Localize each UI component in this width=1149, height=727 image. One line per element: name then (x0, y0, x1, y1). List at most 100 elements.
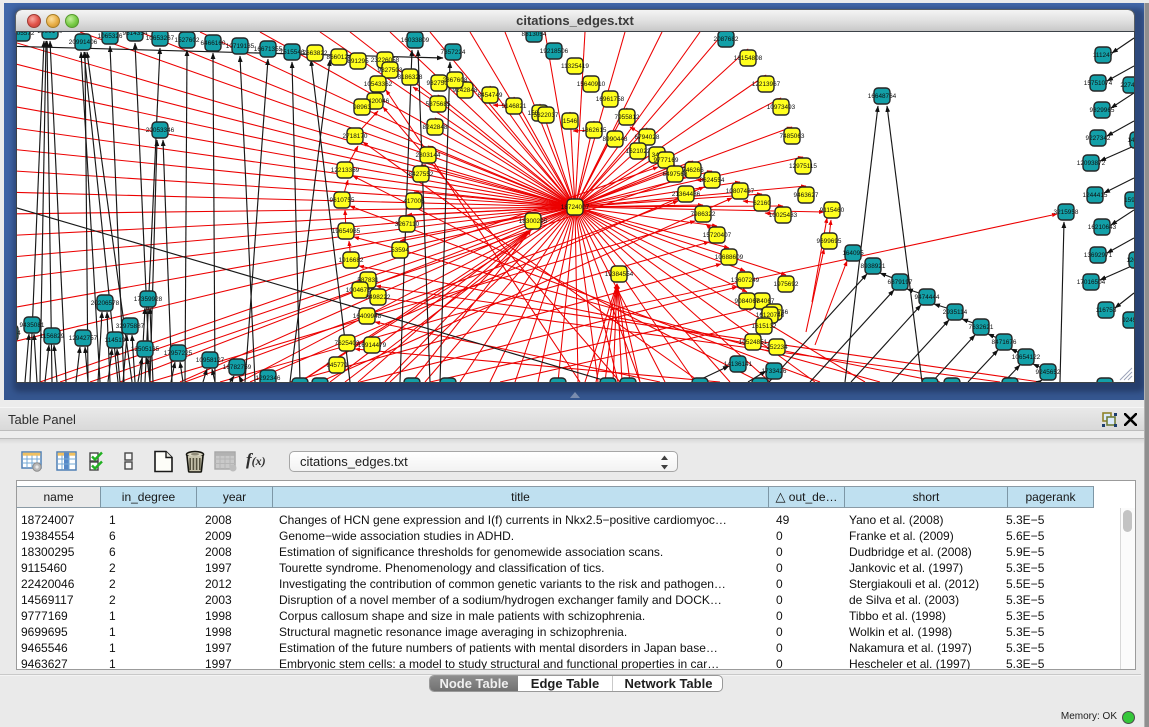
svg-text:9474444: 9474444 (915, 294, 940, 301)
svg-text:10973493: 10973493 (767, 104, 796, 111)
svg-text:53594: 53594 (391, 247, 409, 254)
svg-text:116753: 116753 (1096, 307, 1117, 314)
svg-text:945779: 945779 (326, 362, 348, 369)
svg-text:2099140: 2099140 (38, 32, 63, 35)
svg-text:1292346: 1292346 (256, 375, 281, 382)
svg-text:1244415: 1244415 (1083, 192, 1108, 199)
svg-text:9463627: 9463627 (794, 192, 819, 199)
svg-text:12213369: 12213369 (331, 167, 360, 174)
svg-text:12975115: 12975115 (789, 163, 817, 170)
svg-text:1615132: 1615132 (752, 323, 777, 330)
svg-text:8990448: 8990448 (603, 136, 628, 143)
svg-text:11325419: 11325419 (561, 63, 589, 70)
svg-text:13607249: 13607249 (731, 277, 760, 284)
svg-text:9084067: 9084067 (735, 298, 760, 305)
svg-text:16914479: 16914479 (358, 342, 387, 349)
svg-text:2803144: 2803144 (416, 152, 441, 159)
svg-text:7515546: 7515546 (280, 49, 305, 56)
svg-text:9827503: 9827503 (378, 67, 403, 74)
svg-text:1065326: 1065326 (98, 33, 123, 40)
svg-text:17957225: 17957225 (164, 350, 193, 357)
svg-text:1546: 1546 (563, 118, 578, 125)
svg-text:9610755: 9610755 (330, 197, 355, 204)
svg-text:7955812: 7955812 (615, 114, 640, 121)
svg-text:144163: 144163 (1127, 137, 1134, 144)
svg-text:18724007: 18724007 (561, 204, 590, 211)
svg-text:8471676: 8471676 (992, 339, 1017, 346)
svg-text:15640910: 15640910 (577, 81, 606, 88)
svg-text:98963: 98963 (353, 104, 371, 111)
svg-text:16210643: 16210643 (1088, 224, 1117, 231)
svg-text:19654985: 19654985 (332, 228, 361, 235)
svg-text:18300295: 18300295 (519, 218, 548, 225)
svg-text:114519: 114519 (105, 337, 126, 344)
svg-text:19384554: 19384554 (605, 271, 634, 278)
svg-text:2867608: 2867608 (443, 77, 468, 84)
svg-text:6879197: 6879197 (888, 279, 913, 286)
svg-text:21364436: 21364436 (672, 191, 701, 198)
svg-text:5322037: 5322037 (534, 112, 559, 119)
svg-text:13692971: 13692971 (1084, 252, 1113, 259)
svg-text:9329965: 9329965 (1090, 107, 1115, 114)
svg-text:16648764: 16648764 (868, 93, 897, 100)
svg-text:7986322: 7986322 (691, 211, 716, 218)
svg-text:891295: 891295 (347, 58, 369, 65)
svg-text:9227342: 9227342 (1086, 135, 1111, 142)
svg-text:2935114: 2935114 (943, 309, 968, 316)
svg-text:10524851: 10524851 (739, 339, 768, 346)
svg-text:3267110: 3267110 (395, 221, 420, 228)
svg-text:7663822: 7663822 (303, 50, 328, 57)
svg-text:12093872: 12093872 (1077, 160, 1106, 167)
svg-text:16154808: 16154808 (734, 55, 763, 62)
svg-text:1733426: 1733426 (762, 368, 787, 375)
svg-text:16409948: 16409948 (353, 313, 382, 320)
svg-text:8454749: 8454749 (478, 92, 503, 99)
svg-text:19218506: 19218506 (540, 48, 569, 55)
svg-text:20053346: 20053346 (146, 127, 175, 134)
svg-text:12942757: 12942757 (69, 335, 98, 342)
svg-text:9514354: 9514354 (123, 32, 148, 37)
svg-text:10543362: 10543362 (364, 81, 393, 88)
svg-text:16782759: 16782759 (223, 364, 252, 371)
svg-text:15751074: 15751074 (1084, 80, 1113, 87)
svg-text:3215958: 3215958 (1054, 209, 1079, 216)
svg-text:3624554: 3624554 (700, 177, 725, 184)
svg-text:15720407: 15720407 (703, 232, 732, 239)
svg-text:2405572: 2405572 (17, 32, 35, 37)
svg-text:1362615: 1362615 (582, 127, 607, 134)
svg-text:1621022: 1621022 (626, 148, 651, 155)
svg-text:17016504: 17016504 (1077, 279, 1106, 286)
svg-text:6794028: 6794028 (635, 134, 660, 141)
svg-text:2087682: 2087682 (714, 36, 739, 43)
svg-text:10719135: 10719135 (226, 43, 255, 50)
svg-text:5875685: 5875685 (426, 101, 451, 108)
svg-text:10688609: 10688609 (715, 254, 744, 261)
svg-text:14136141: 14136141 (724, 361, 753, 368)
svg-text:1156829: 1156829 (40, 333, 65, 340)
svg-text:8186328: 8186328 (398, 74, 423, 81)
svg-text:92450: 92450 (1122, 317, 1134, 324)
svg-text:164095: 164095 (842, 250, 864, 257)
svg-text:1975692: 1975692 (774, 281, 799, 288)
svg-text:2718170: 2718170 (343, 133, 368, 140)
svg-text:12213967: 12213967 (752, 81, 781, 88)
svg-text:8242848: 8242848 (423, 124, 448, 131)
svg-text:7632621: 7632621 (969, 324, 994, 331)
svg-text:16961758: 16961758 (596, 96, 625, 103)
svg-text:62160: 62160 (753, 200, 771, 207)
svg-text:8938921: 8938921 (861, 263, 886, 270)
svg-text:8813054: 8813054 (522, 32, 547, 38)
svg-text:8427552: 8427552 (409, 171, 434, 178)
svg-text:9146821: 9146821 (502, 103, 527, 110)
svg-text:1527602: 1527602 (175, 37, 200, 44)
svg-text:20206578: 20206578 (91, 300, 120, 307)
svg-text:7485063: 7485063 (780, 133, 805, 140)
svg-text:7625402: 7625402 (335, 340, 360, 347)
svg-text:227464: 227464 (1120, 82, 1134, 89)
svg-text:6466160: 6466160 (201, 40, 226, 47)
svg-text:17359928: 17359928 (134, 296, 163, 303)
svg-text:16671355: 16671355 (254, 46, 283, 53)
svg-text:1916682: 1916682 (339, 257, 364, 264)
svg-text:16033809: 16033809 (401, 37, 430, 44)
svg-text:3498222: 3498222 (366, 294, 391, 301)
